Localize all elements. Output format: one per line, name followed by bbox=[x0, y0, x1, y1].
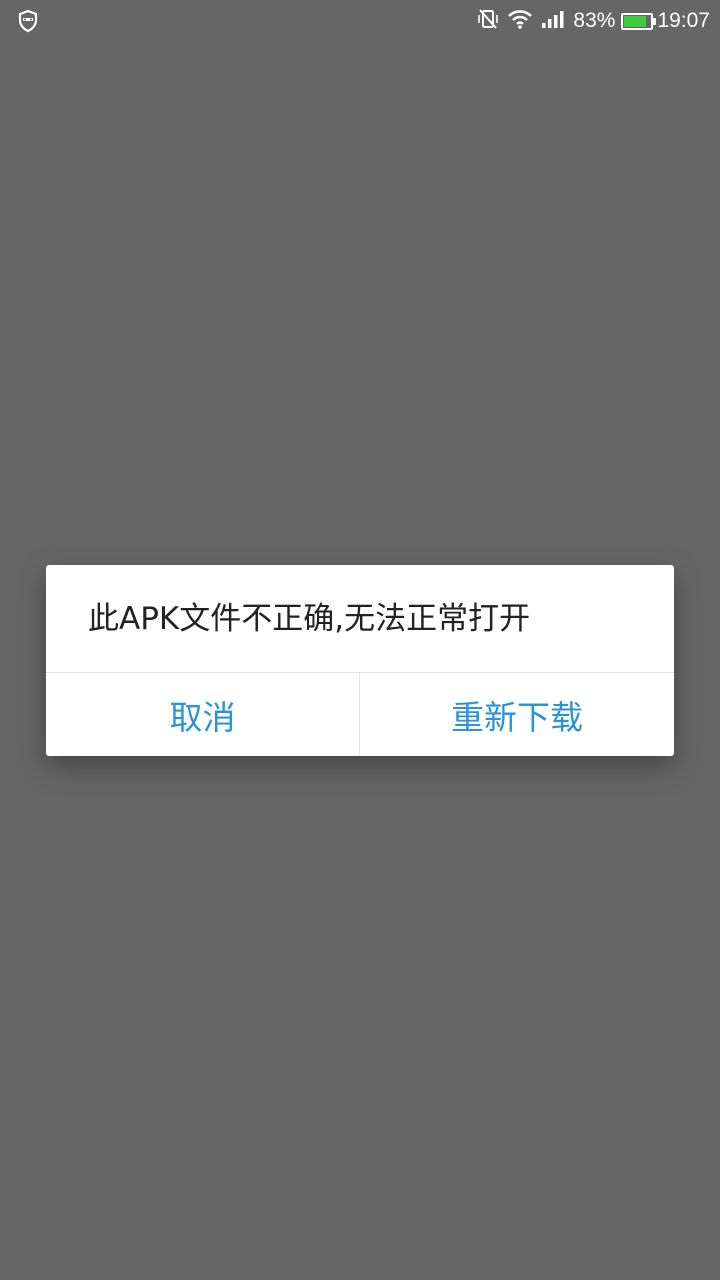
battery-percent: 83% bbox=[573, 9, 616, 32]
wifi-icon bbox=[507, 8, 533, 34]
error-dialog: 此APK文件不正确,无法正常打开 取消 重新下载 bbox=[46, 565, 674, 756]
signal-icon bbox=[541, 9, 565, 33]
dialog-message: 此APK文件不正确,无法正常打开 bbox=[88, 601, 531, 637]
cancel-button[interactable]: 取消 bbox=[46, 673, 359, 756]
shield-face-icon bbox=[16, 9, 40, 33]
battery-icon bbox=[621, 12, 657, 30]
clock: 19:07 bbox=[657, 9, 710, 32]
status-right-group: 83% 19:07 bbox=[477, 0, 710, 42]
battery-level-fill bbox=[624, 15, 646, 27]
redownload-button[interactable]: 重新下载 bbox=[360, 673, 674, 756]
status-bar: 83% 19:07 bbox=[0, 0, 720, 42]
vibrate-off-icon bbox=[477, 8, 499, 34]
